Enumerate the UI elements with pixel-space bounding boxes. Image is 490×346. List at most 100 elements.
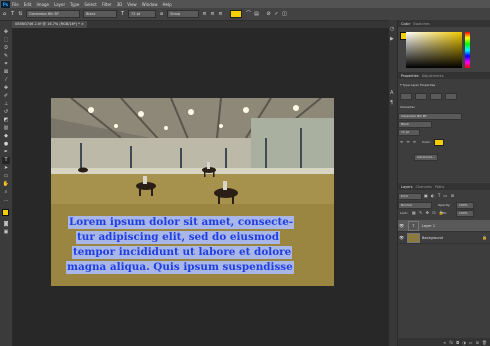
text-line-4[interactable]: magna aliqua. Quis ipsum suspendisse: [66, 261, 294, 274]
advanced-button[interactable]: Advanced...: [414, 154, 438, 161]
paragraph-panel-icon[interactable]: ¶: [390, 100, 396, 106]
layer-row-background[interactable]: 👁 Background 🔒: [398, 232, 490, 244]
commit-edit-icon[interactable]: ✓: [274, 11, 279, 17]
tab-layers[interactable]: Layers: [401, 185, 413, 189]
quick-select-tool-icon[interactable]: ✎: [2, 53, 10, 60]
properties-color-swatch[interactable]: [434, 139, 444, 146]
y-field[interactable]: [445, 93, 457, 100]
menu-3d[interactable]: 3D: [117, 2, 123, 7]
history-panel-icon[interactable]: ◷: [390, 26, 396, 32]
layer-name[interactable]: Layer 1: [422, 224, 435, 228]
x-field[interactable]: [430, 93, 442, 100]
color-field[interactable]: [406, 32, 462, 68]
stamp-tool-icon[interactable]: ⊥: [2, 101, 10, 108]
layer-filter-icons[interactable]: ▣ ◐ T ▭ ⊞: [424, 193, 455, 198]
pen-tool-icon[interactable]: ✒: [2, 149, 10, 156]
gradient-tool-icon[interactable]: ▥: [2, 125, 10, 132]
new-layer-icon[interactable]: ⊞: [476, 340, 479, 345]
opacity-field[interactable]: 100%: [456, 202, 474, 209]
tab-paths[interactable]: Paths: [435, 185, 445, 189]
visibility-eye-icon[interactable]: 👁: [399, 223, 405, 228]
healing-tool-icon[interactable]: ✚: [2, 85, 10, 92]
type-tool-icon[interactable]: T: [2, 157, 10, 164]
w-field[interactable]: [400, 93, 412, 100]
screen-mode-icon[interactable]: ▣: [2, 229, 10, 236]
menu-help[interactable]: Help: [162, 2, 171, 7]
properties-font-size[interactable]: 72 pt: [398, 129, 420, 136]
type-tool-preset-icon[interactable]: T: [10, 11, 15, 17]
tab-adjustments[interactable]: Adjustments: [422, 74, 444, 78]
lock-icons[interactable]: ▦ ✎ ✥ ⊡ 🔒: [412, 210, 445, 215]
frame-tool-icon[interactable]: ⊠: [2, 69, 10, 76]
tab-channels[interactable]: Channels: [416, 185, 432, 189]
font-style-select[interactable]: Black: [83, 10, 117, 18]
fill-field[interactable]: 100%: [456, 210, 474, 217]
menu-layer[interactable]: Layer: [54, 2, 65, 7]
actions-panel-icon[interactable]: ▶: [390, 36, 396, 42]
zoom-tool-icon[interactable]: ⌕: [2, 189, 10, 196]
warp-text-icon[interactable]: ⌒: [246, 11, 251, 17]
delete-layer-icon[interactable]: 🗑: [482, 340, 487, 345]
foreground-color-icon[interactable]: [2, 209, 9, 216]
layer-row-text[interactable]: 👁 T Layer 1: [398, 220, 490, 232]
close-tab-icon[interactable]: ×: [81, 22, 84, 26]
blend-mode-select[interactable]: Normal: [398, 202, 432, 209]
brush-tool-icon[interactable]: ✐: [2, 93, 10, 100]
h-field[interactable]: [415, 93, 427, 100]
text-orientation-icon[interactable]: ⇅: [18, 11, 23, 17]
properties-font-family[interactable]: Clarendon Blk BT: [398, 113, 462, 120]
visibility-eye-icon[interactable]: 👁: [399, 235, 405, 240]
character-panel-icon[interactable]: ▤: [254, 11, 259, 17]
history-brush-tool-icon[interactable]: ↺: [2, 109, 10, 116]
3d-text-icon[interactable]: ◫: [282, 11, 287, 17]
new-group-icon[interactable]: ▭: [469, 340, 473, 345]
tab-properties[interactable]: Properties: [401, 74, 419, 78]
menu-file[interactable]: File: [12, 2, 19, 7]
menu-image[interactable]: Image: [36, 2, 49, 7]
font-size-select[interactable]: 72 pt: [128, 10, 156, 18]
eyedropper-tool-icon[interactable]: ⁄: [2, 77, 10, 84]
align-center-icon[interactable]: ≡: [210, 11, 215, 17]
menu-window[interactable]: Window: [142, 2, 158, 7]
text-line-1[interactable]: Lorem ipsum dolor sit amet, consecte-: [68, 216, 295, 229]
blur-tool-icon[interactable]: ◆: [2, 133, 10, 140]
crop-tool-icon[interactable]: ⌗: [2, 61, 10, 68]
cancel-edit-icon[interactable]: ⊘: [266, 11, 271, 17]
more-tools-icon[interactable]: …: [2, 197, 10, 204]
menu-select[interactable]: Select: [84, 2, 96, 7]
home-icon[interactable]: ⌂: [2, 11, 7, 17]
layer-filter-select[interactable]: Kind: [398, 193, 422, 200]
eraser-tool-icon[interactable]: ◩: [2, 117, 10, 124]
dodge-tool-icon[interactable]: ●: [2, 141, 10, 148]
layer-name[interactable]: Background: [422, 236, 443, 240]
text-line-2[interactable]: tur adipiscing elit, sed do eiusmod: [76, 231, 281, 244]
tab-color[interactable]: Color: [401, 22, 410, 26]
character-panel-icon[interactable]: A: [390, 90, 396, 96]
adjustment-layer-icon[interactable]: ◑: [462, 340, 466, 345]
marquee-tool-icon[interactable]: ⬚: [2, 37, 10, 44]
move-tool-icon[interactable]: ✥: [2, 29, 10, 36]
align-right-icon[interactable]: ≡: [413, 139, 416, 144]
align-left-icon[interactable]: ≡: [400, 139, 403, 144]
menu-edit[interactable]: Edit: [24, 2, 32, 7]
lasso-tool-icon[interactable]: ᘐ: [2, 45, 10, 52]
menu-view[interactable]: View: [127, 2, 137, 7]
app-logo[interactable]: Ps: [1, 0, 10, 8]
fx-icon[interactable]: fx: [449, 340, 453, 345]
text-layer-box[interactable]: Lorem ipsum dolor sit amet, consecte- tu…: [64, 216, 329, 278]
menu-filter[interactable]: Filter: [102, 2, 112, 7]
align-center-icon[interactable]: ≡: [406, 139, 409, 144]
align-left-icon[interactable]: ≡: [202, 11, 207, 17]
document-tab[interactable]: 0B5N0746 2.tif @ 16.7% (RGB/16*) * ×: [12, 21, 87, 28]
quick-mask-icon[interactable]: ◙: [2, 221, 10, 228]
hue-slider[interactable]: [465, 32, 470, 68]
text-color-swatch[interactable]: [230, 10, 242, 18]
align-right-icon[interactable]: ≡: [218, 11, 223, 17]
font-family-select[interactable]: Clarendon Blk BT: [26, 10, 80, 18]
hand-tool-icon[interactable]: ✋: [2, 181, 10, 188]
properties-font-style[interactable]: Black: [398, 121, 432, 128]
add-mask-icon[interactable]: ◘: [456, 340, 459, 345]
menu-type[interactable]: Type: [70, 2, 79, 7]
shape-tool-icon[interactable]: ▭: [2, 173, 10, 180]
tab-swatches[interactable]: Swatches: [413, 22, 430, 26]
